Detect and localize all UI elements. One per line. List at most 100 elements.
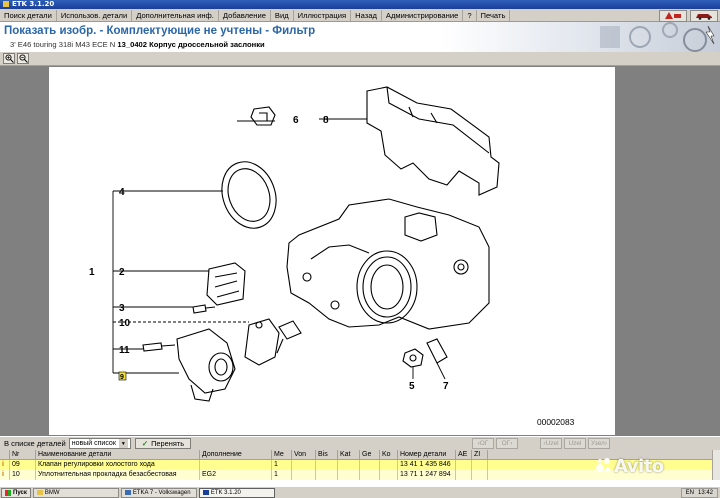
menu-item-help[interactable]: ?	[463, 9, 477, 21]
menu-item-part-usage[interactable]: Использов. детали	[57, 9, 133, 21]
transfer-button[interactable]: ✓ Перенять	[134, 438, 192, 449]
row-part-no: 13 41 1 435 846	[398, 460, 456, 470]
folder-icon	[36, 490, 43, 495]
start-button-label: Пуск	[13, 489, 27, 496]
parts-list-select[interactable]: новый список ▼	[68, 438, 131, 449]
start-button[interactable]: Пуск	[1, 487, 31, 498]
col-ae[interactable]: AE	[456, 450, 472, 460]
info-icon[interactable]: i	[0, 470, 10, 480]
menu-bar: Поиск детали Использов. детали Дополните…	[0, 9, 720, 22]
menu-item-print[interactable]: Печать	[477, 9, 511, 21]
col-ge[interactable]: Ge	[360, 450, 380, 460]
part-bolt-3	[192, 304, 207, 314]
row-bis	[316, 470, 338, 480]
row-name: Клапан регулировки холостого хода	[36, 460, 200, 470]
part-ring-4	[221, 161, 277, 229]
node-nav-buttons: ‹Uzel Uzel Узел›	[540, 438, 610, 449]
row-bis	[316, 460, 338, 470]
col-part-no[interactable]: Номер детали	[398, 450, 456, 460]
vehicle-subtitle: 3' E46 touring 318i M43 ECE N 13_0402 Ко…	[10, 40, 265, 49]
zoom-out-icon	[18, 54, 28, 63]
row-nr: 09	[10, 460, 36, 470]
node-button[interactable]: Uzel	[564, 438, 586, 449]
menu-item-view[interactable]: Вид	[271, 9, 294, 21]
page-title: Показать изобр. - Комплектующие не учтен…	[4, 25, 316, 37]
brand-logo-icon	[665, 12, 681, 19]
row-me: 1	[272, 460, 292, 470]
car-icon	[696, 14, 712, 20]
menu-item-add[interactable]: Добавление	[219, 9, 271, 21]
row-ko	[380, 460, 398, 470]
row-kat	[338, 470, 360, 480]
row-kat	[338, 460, 360, 470]
row-extra: EG2	[200, 470, 272, 480]
brand-logo-button[interactable]	[659, 9, 687, 22]
chevron-down-icon: ▼	[118, 439, 128, 448]
callout-label-5: 5	[409, 381, 415, 392]
menu-item-admin[interactable]: Администрирование	[382, 9, 464, 21]
task-etk[interactable]: ETK 3.1.20	[198, 487, 275, 498]
col-nr[interactable]: Nr	[10, 450, 36, 460]
table-scrollbar[interactable]	[712, 450, 720, 480]
callout-label-10: 10	[119, 318, 131, 329]
table-row[interactable]: i 10 Уплотнительная прокладка безасбесто…	[0, 470, 712, 480]
next-group-button[interactable]: ОГ›	[496, 438, 518, 449]
col-icon	[0, 450, 10, 460]
zoom-out-button[interactable]	[17, 53, 29, 64]
task-etk-label: ETK 3.1.20	[210, 489, 241, 496]
col-me[interactable]: Me	[272, 450, 292, 460]
table-row[interactable]: i 09 Клапан регулировки холостого хода 1…	[0, 460, 712, 470]
window-title: ETK 3.1.20	[12, 0, 55, 8]
prev-group-button[interactable]: ‹ОГ	[472, 438, 494, 449]
zoom-in-button[interactable]	[3, 53, 15, 64]
menu-item-additional-info[interactable]: Дополнительная инф.	[132, 9, 219, 21]
system-tray: EN 13:42	[680, 488, 718, 498]
checkmark-icon: ✓	[141, 439, 149, 448]
part-nut-5	[402, 348, 424, 368]
task-bmw[interactable]: BMW	[32, 487, 119, 498]
window-titlebar: ETK 3.1.20	[0, 0, 720, 9]
part-bolt-11	[142, 342, 163, 352]
callout-label-11: 11	[119, 345, 130, 356]
col-extra[interactable]: Дополнение	[200, 450, 272, 460]
figure-number: 00002083	[537, 417, 575, 427]
part-stud-7	[426, 338, 448, 364]
col-kat[interactable]: Kat	[338, 450, 360, 460]
col-von[interactable]: Von	[292, 450, 316, 460]
col-zi[interactable]: ZI	[472, 450, 488, 460]
clock: 13:42	[697, 490, 713, 496]
callout-label-8: 8	[323, 115, 329, 126]
task-etka[interactable]: ETKA 7 - Volkswagen	[120, 487, 197, 498]
parts-illustration[interactable]: 1 2 3 4 5 6 7 8 9 10 11 00002083	[49, 67, 615, 435]
row-extra	[200, 460, 272, 470]
col-bis[interactable]: Bis	[316, 450, 338, 460]
callout-label-2: 2	[119, 267, 125, 278]
transfer-button-label: Перенять	[151, 439, 185, 448]
menu-item-part-search[interactable]: Поиск детали	[0, 9, 57, 21]
col-name[interactable]: Наименование детали	[36, 450, 200, 460]
row-spacer	[488, 460, 712, 470]
row-ae	[456, 460, 472, 470]
info-icon[interactable]: i	[0, 460, 10, 470]
menu-item-illustration[interactable]: Иллюстрация	[294, 9, 352, 21]
row-ae	[456, 470, 472, 480]
part-clip-6	[250, 106, 276, 126]
row-me: 1	[272, 470, 292, 480]
language-indicator[interactable]: EN	[686, 490, 694, 496]
header-band: Показать изобр. - Комплектующие не учтен…	[0, 22, 720, 52]
etk-app-icon	[202, 490, 209, 495]
row-von	[292, 470, 316, 480]
row-ge	[360, 470, 380, 480]
car-button[interactable]	[690, 9, 718, 22]
menu-item-back[interactable]: Назад	[351, 9, 382, 21]
row-zi	[472, 470, 488, 480]
next-node-button[interactable]: Узел›	[588, 438, 610, 449]
table-header: Nr Наименование детали Дополнение Me Von…	[0, 450, 712, 460]
os-taskbar: Пуск BMW ETKA 7 - Volkswagen ETK 3.1.20 …	[0, 486, 720, 498]
row-nr: 10	[10, 470, 36, 480]
etka-app-icon	[124, 490, 131, 495]
col-ko[interactable]: Ko	[380, 450, 398, 460]
row-spacer	[488, 470, 712, 480]
prev-node-button[interactable]: ‹Uzel	[540, 438, 562, 449]
row-name: Уплотнительная прокладка безасбестовая	[36, 470, 200, 480]
